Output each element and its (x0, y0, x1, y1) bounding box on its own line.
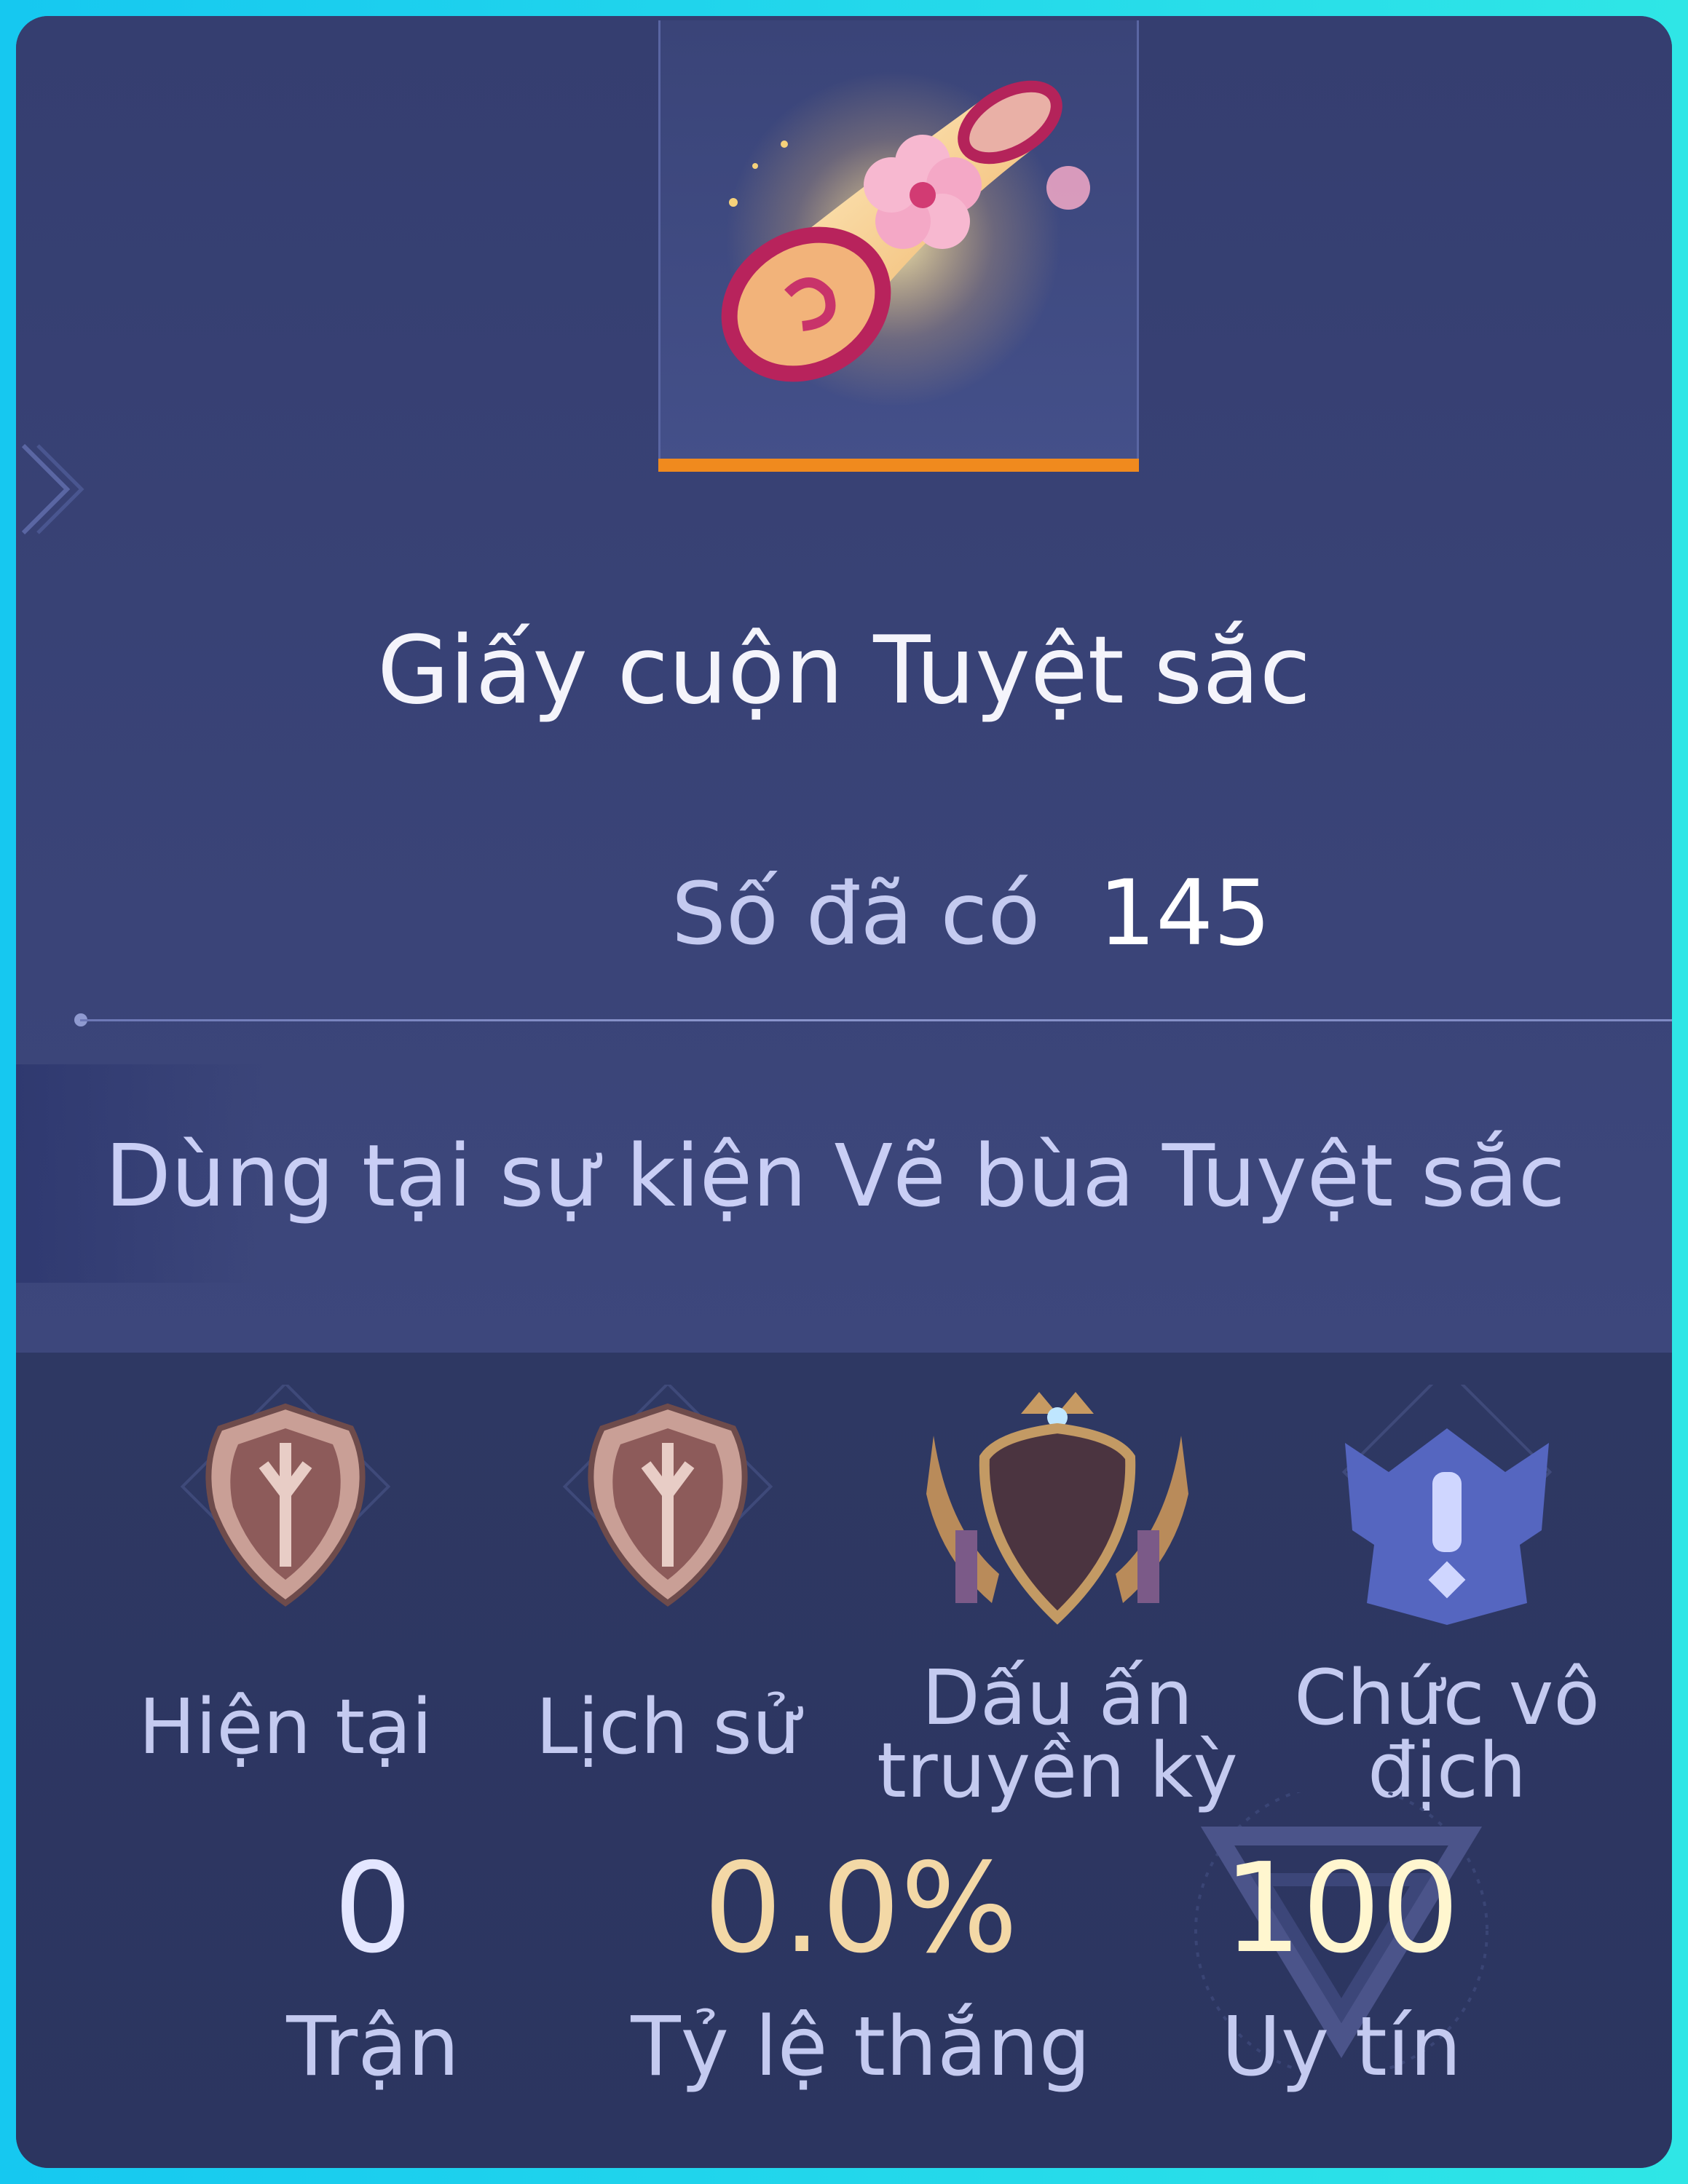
item-detail-card: Giấy cuộn Tuyệt sắc Số đã có 145 Dùng tạ… (16, 16, 1672, 2168)
item-name: Giấy cuộn Tuyệt sắc (377, 617, 1311, 725)
owned-count: 145 (1098, 861, 1271, 966)
stat-matches-value: 0 (333, 1837, 413, 1981)
badge-label-history: Lịch sử (535, 1682, 800, 1771)
badge-champion[interactable]: Chức vô địch (1279, 1385, 1614, 1808)
stat-winrate-value: 0.0% (703, 1837, 1018, 1981)
bronze-shield-rank-icon (562, 1385, 773, 1607)
bronze-shield-rank-icon (180, 1385, 391, 1607)
badge-legendary-mark[interactable]: Dấu ấn truyền kỳ (877, 1385, 1238, 1808)
scroll-with-flower-icon (721, 71, 1090, 406)
stat-credibility-value: 100 (1223, 1837, 1460, 1981)
champion-locked-exclamation-icon (1341, 1385, 1553, 1625)
divider (80, 1019, 1672, 1021)
stat-credibility-label: Uy tín (1221, 2000, 1462, 2094)
rarity-bar (658, 459, 1139, 472)
stat-winrate-label: Tỷ lệ thắng (631, 2000, 1091, 2094)
badge-current-rank[interactable]: Hiện tại (118, 1385, 453, 1765)
stat-matches-label: Trận (286, 2000, 460, 2094)
badge-history-rank[interactable]: Lịch sử (500, 1385, 835, 1765)
badge-label-legendary-line1: Dấu ấn (921, 1653, 1194, 1742)
owned-count-row: Số đã có 145 (671, 859, 1271, 968)
crowned-winged-crest-icon (926, 1392, 1188, 1625)
owned-label: Số đã có (671, 863, 1041, 964)
badge-label-legendary: Dấu ấn truyền kỳ (861, 1653, 1254, 1808)
item-icon-frame[interactable] (658, 20, 1139, 472)
badge-label-champion-line1: Chức vô (1294, 1653, 1600, 1742)
badge-label-current: Hiện tại (138, 1682, 433, 1771)
side-chevron-icon (21, 443, 84, 535)
badge-label-champion: Chức vô địch (1250, 1653, 1644, 1808)
usage-description: Dùng tại sự kiện Vẽ bùa Tuyệt sắc (105, 1125, 1566, 1226)
